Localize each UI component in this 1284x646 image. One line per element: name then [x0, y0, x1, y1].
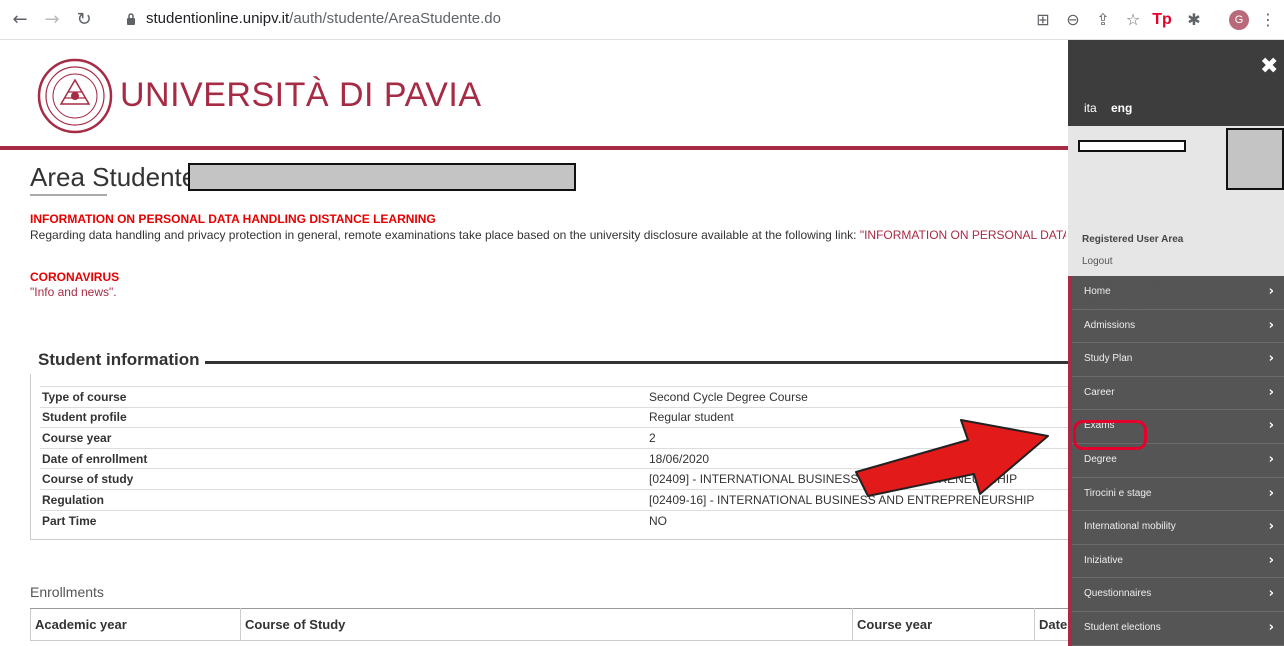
column-header-course-of-study[interactable]: Course of Study: [240, 608, 853, 641]
forward-arrow-icon[interactable]: →: [40, 8, 64, 32]
menu-item-label: Tirocini e stage: [1084, 487, 1152, 499]
menu-item-initiatives[interactable]: Iniziative ›: [1072, 545, 1284, 579]
table-row: Part Time NO: [40, 509, 1070, 531]
chevron-right-icon: ›: [1268, 317, 1274, 333]
profile-avatar[interactable]: G: [1229, 10, 1249, 30]
menu-item-label: Student elections: [1084, 621, 1161, 633]
chevron-right-icon: ›: [1268, 552, 1274, 568]
coronavirus-link[interactable]: "Info and news".: [30, 285, 117, 299]
side-menu: ✖ ita eng Registered User Area Logout Ch…: [1068, 40, 1284, 646]
menu-item-label: Career: [1084, 386, 1115, 398]
red-arrow-pointer: [855, 419, 1049, 497]
user-panel: Registered User Area Logout Change Passw…: [1068, 126, 1284, 309]
coronavirus-heading: CORONAVIRUS: [30, 270, 120, 284]
zoom-icon[interactable]: ⊖: [1061, 8, 1085, 32]
menu-item-label: Iniziative: [1084, 554, 1123, 566]
chevron-right-icon: ›: [1268, 351, 1274, 367]
column-header-course-year[interactable]: Course year: [852, 608, 1035, 641]
logout-link[interactable]: Logout: [1082, 256, 1113, 267]
menu-item-label: International mobility: [1084, 521, 1176, 533]
page-title: Area Studente: [30, 162, 197, 192]
translate-icon[interactable]: ⊞: [1031, 8, 1055, 32]
more-menu-icon[interactable]: ⋮: [1256, 8, 1280, 32]
chevron-right-icon: ›: [1268, 586, 1274, 602]
menu-item-admissions[interactable]: Admissions ›: [1072, 310, 1284, 344]
row-label: Course of study: [40, 468, 647, 490]
menu-item-home[interactable]: Home ›: [1072, 276, 1284, 310]
enrollments-label: Enrollments: [30, 584, 104, 600]
side-menu-top: ✖ ita eng: [1068, 40, 1284, 126]
menu-item-label: Study Plan: [1084, 353, 1133, 365]
privacy-notice-heading: INFORMATION ON PERSONAL DATA HANDLING DI…: [30, 212, 436, 226]
main-menu: Home › Admissions › Study Plan › Career › Ex…: [1068, 276, 1284, 646]
share-icon[interactable]: ⇪: [1091, 8, 1115, 32]
bookmark-star-icon[interactable]: ☆: [1121, 8, 1145, 32]
close-icon[interactable]: ✖: [1260, 54, 1278, 79]
site-header: UNIVERSITÀ DI PAVIA: [0, 40, 1068, 148]
url-host: studentionline.unipv.it: [146, 10, 290, 27]
menu-item-label: Home: [1084, 286, 1111, 297]
table-row: Type of course Second Cycle Degree Course: [40, 386, 1070, 408]
table-header-row: Academic year Course of Study Course yea…: [30, 608, 1070, 641]
row-label: Student profile: [40, 406, 647, 428]
redacted-student-name: [188, 163, 576, 191]
column-header-academic-year[interactable]: Academic year: [30, 608, 241, 641]
menu-item-label: Questionnaires: [1084, 588, 1152, 600]
registered-area-title: Registered User Area: [1082, 234, 1184, 245]
back-arrow-icon[interactable]: ←: [8, 8, 32, 32]
row-value: NO: [647, 509, 1070, 531]
row-label: Part Time: [40, 509, 647, 531]
menu-item-career[interactable]: Career ›: [1072, 377, 1284, 411]
extension-tp-icon[interactable]: Tp: [1150, 8, 1174, 32]
address-bar[interactable]: studentionline.unipv.it/auth/studente/Ar…: [146, 10, 501, 27]
menu-item-international-mobility[interactable]: International mobility ›: [1072, 511, 1284, 545]
privacy-notice-text: Regarding data handling and privacy prot…: [30, 228, 1066, 242]
row-label: Course year: [40, 427, 647, 449]
chevron-right-icon: ›: [1268, 519, 1274, 535]
menu-item-student-elections[interactable]: Student elections ›: [1072, 612, 1284, 646]
exams-highlight-ring: [1073, 420, 1147, 450]
privacy-notice-body: Regarding data handling and privacy prot…: [30, 228, 860, 242]
privacy-notice-link[interactable]: "INFORMATION ON PERSONAL DATA HAN: [860, 228, 1066, 242]
chevron-right-icon: ›: [1268, 384, 1274, 400]
menu-item-study-plan[interactable]: Study Plan ›: [1072, 343, 1284, 377]
menu-item-questionnaires[interactable]: Questionnaires ›: [1072, 578, 1284, 612]
column-header-date[interactable]: Date: [1034, 608, 1070, 641]
menu-item-internships[interactable]: Tirocini e stage ›: [1072, 478, 1284, 512]
chevron-right-icon: ›: [1268, 418, 1274, 434]
enrollments-table: Academic year Course of Study Course yea…: [30, 608, 1070, 641]
title-underline: [30, 194, 107, 196]
university-seal-logo[interactable]: [37, 58, 113, 134]
extensions-puzzle-icon[interactable]: ✱: [1182, 8, 1206, 32]
menu-item-label: Degree: [1084, 453, 1117, 465]
chevron-right-icon: ›: [1268, 485, 1274, 501]
menu-item-label: Admissions: [1084, 319, 1136, 331]
row-label: Regulation: [40, 488, 647, 511]
chevron-right-icon: ›: [1268, 619, 1274, 635]
lock-icon: [127, 13, 135, 25]
university-name[interactable]: UNIVERSITÀ DI PAVIA: [120, 76, 482, 115]
row-label: Type of course: [40, 386, 647, 408]
student-info-title: Student information: [30, 350, 206, 370]
row-value: Second Cycle Degree Course: [647, 386, 1070, 408]
redacted-user-photo: [1226, 128, 1284, 190]
coronavirus-text: "Info and news".: [30, 285, 117, 299]
browser-toolbar: ← → ↻ studentionline.unipv.it/auth/stude…: [0, 0, 1284, 40]
chevron-right-icon: ›: [1268, 451, 1274, 467]
lang-ita[interactable]: ita: [1084, 101, 1097, 115]
reload-icon[interactable]: ↻: [72, 8, 96, 32]
header-divider: [0, 146, 1068, 150]
lang-eng[interactable]: eng: [1111, 101, 1132, 115]
url-path: /auth/studente/AreaStudente.do: [289, 10, 501, 27]
redacted-username: [1078, 140, 1186, 152]
chevron-right-icon: ›: [1268, 284, 1274, 299]
row-label: Date of enrollment: [40, 447, 647, 469]
